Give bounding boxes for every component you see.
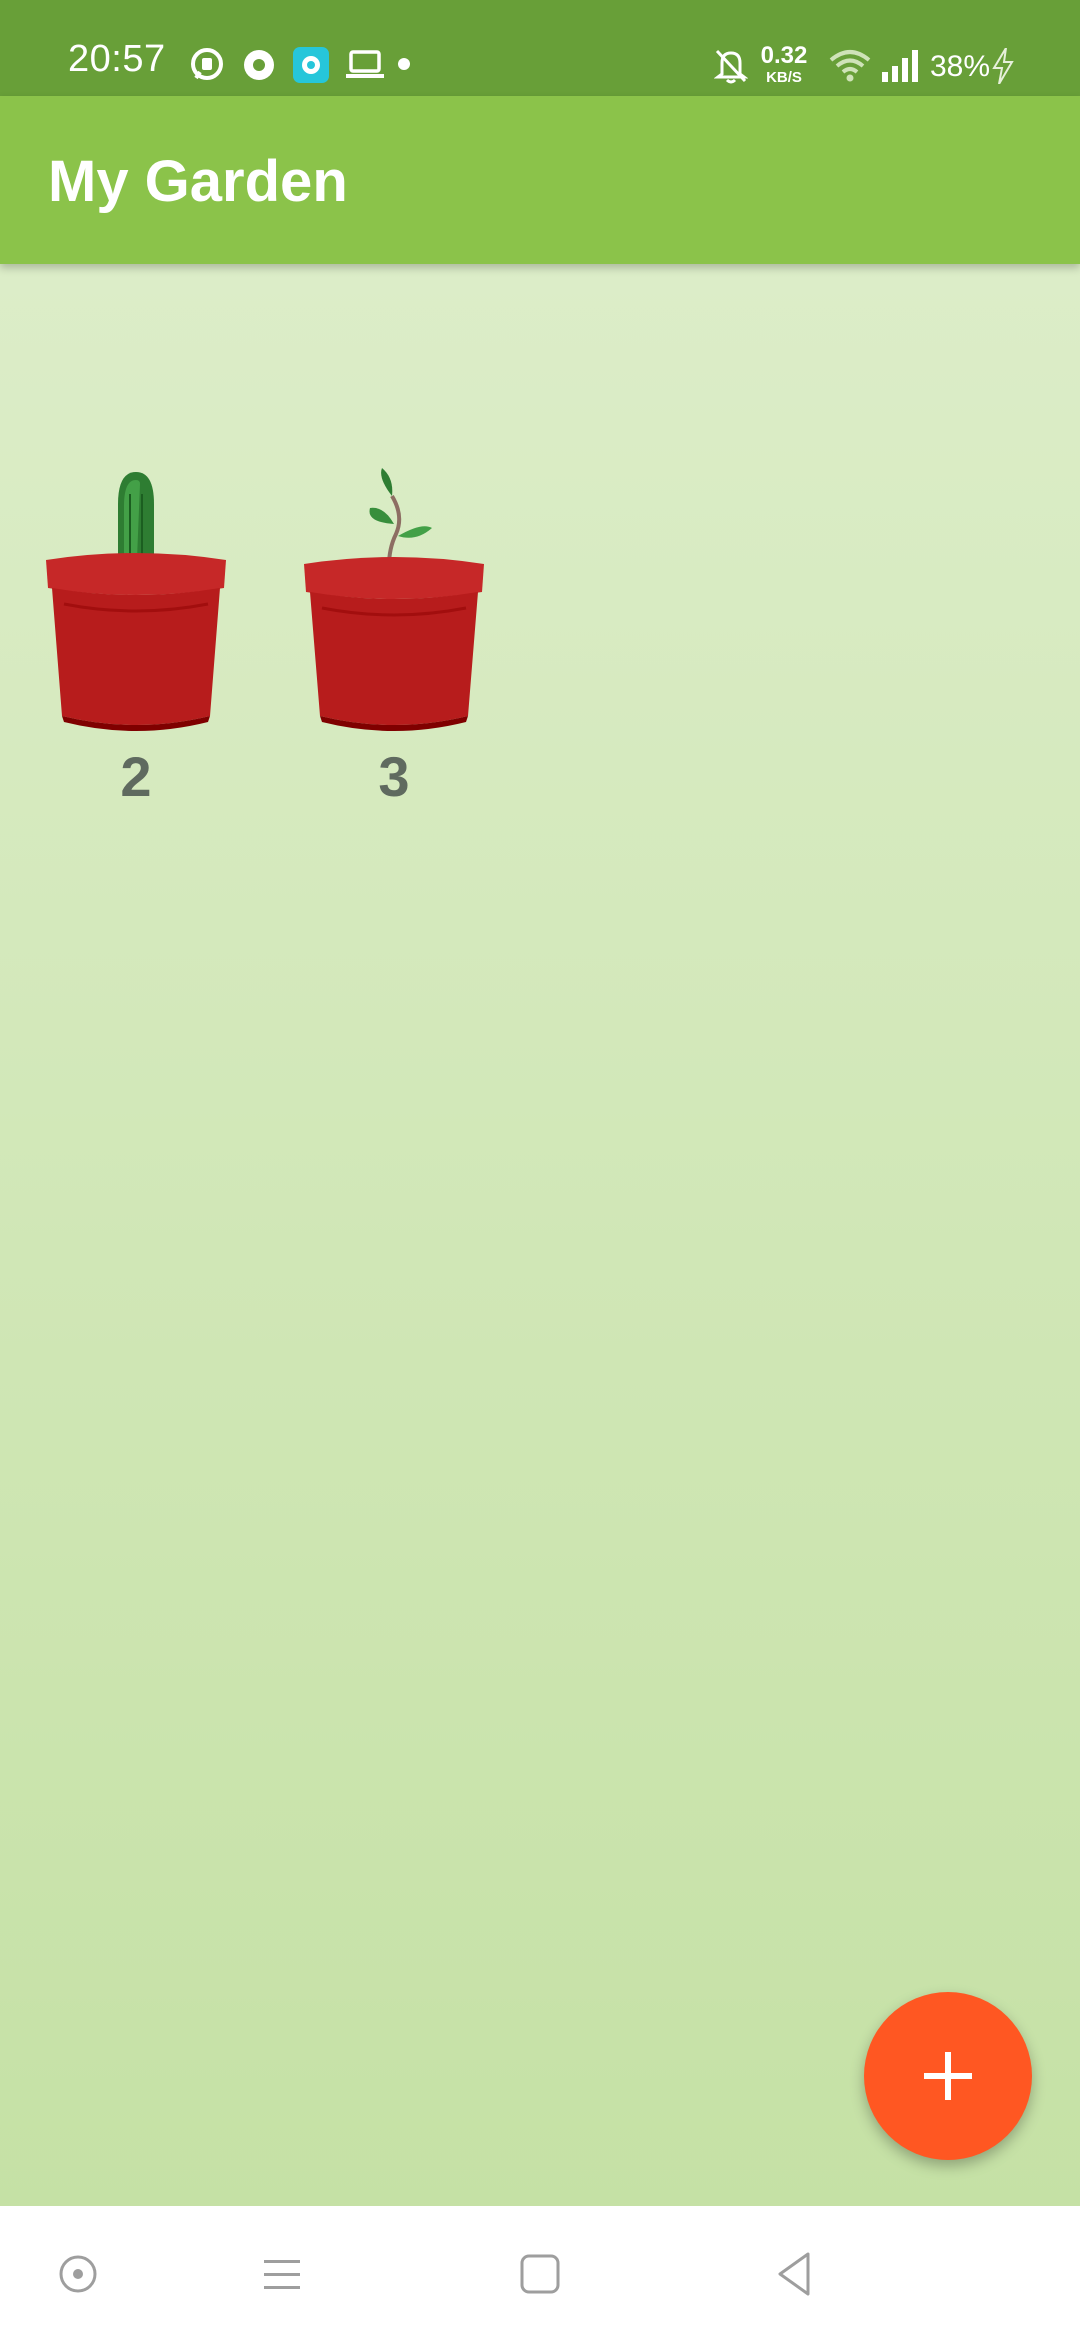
message-icon: [188, 46, 226, 89]
home-icon: [520, 2254, 560, 2294]
location-icon: [240, 46, 278, 89]
net-speed: 0.32 KB/S: [756, 42, 812, 86]
plant-label: 3: [378, 745, 410, 808]
home-button[interactable]: [512, 2246, 568, 2302]
back-button[interactable]: [768, 2246, 824, 2302]
net-speed-value: 0.32: [760, 42, 808, 69]
status-bar: 20:57 0.32 KB/S 38%: [0, 0, 1080, 96]
battery-level: 38%: [930, 50, 991, 83]
app-icon: [292, 46, 330, 89]
assistant-icon: [59, 2255, 97, 2293]
nav-bar: [0, 2206, 1080, 2340]
cactus-pot-icon: [46, 472, 226, 731]
plant-item-sprout[interactable]: 3: [294, 464, 494, 824]
menu-button[interactable]: [254, 2246, 310, 2302]
net-speed-unit: KB/S: [766, 69, 802, 86]
back-icon: [778, 2252, 810, 2296]
add-plant-button[interactable]: [864, 1992, 1032, 2160]
page-title: My Garden: [48, 149, 348, 214]
plant-label: 2: [120, 745, 152, 808]
bell-off-icon: [713, 48, 749, 89]
menu-icon: [264, 2260, 300, 2289]
status-time: 20:57: [68, 38, 166, 80]
app-bar: My Garden: [0, 96, 1080, 264]
sprout-pot-icon: [304, 468, 484, 731]
plus-icon: [924, 2052, 972, 2100]
assistant-button[interactable]: [50, 2246, 106, 2302]
dot-icon: [398, 58, 410, 70]
laptop-icon: [346, 50, 384, 85]
wifi-icon: [828, 48, 872, 87]
garden-grid: 2 3: [0, 264, 1080, 2206]
signal-icon: [880, 50, 920, 87]
plant-item-cactus[interactable]: 2: [36, 464, 236, 824]
charging-icon: [992, 47, 1014, 89]
